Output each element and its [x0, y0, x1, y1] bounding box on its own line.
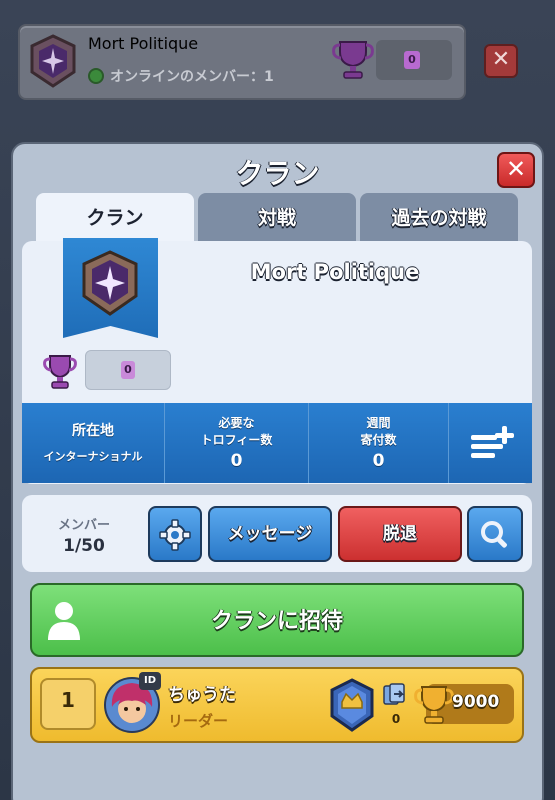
member-role: リーダー	[168, 712, 229, 730]
gear-icon	[159, 519, 191, 551]
panel-title: クラン	[235, 157, 320, 190]
search-icon	[481, 521, 507, 548]
required-trophies-label-2: トロフィー数	[200, 433, 273, 447]
clan-badge-icon	[82, 250, 138, 316]
league-badge-icon	[330, 678, 374, 732]
weekly-donations-label-2: 寄付数	[360, 433, 397, 447]
location-value: インターナショナル	[43, 449, 143, 463]
tab-war-history[interactable]: 過去の対戦	[360, 193, 518, 243]
weekly-donations-label-1: 週間	[366, 416, 391, 430]
clan-trophy-count: 0	[121, 361, 135, 379]
trophy-count: 0	[404, 51, 420, 69]
member-name: ちゅうた	[168, 685, 236, 705]
members-count: 1/50	[63, 536, 105, 556]
weekly-donations-value: 0	[372, 451, 385, 471]
settings-button[interactable]	[148, 506, 202, 562]
clan-stats-bar: 所在地 インターナショナル 必要な トロフィー数 0 週間 寄付数 0	[22, 403, 532, 483]
online-indicator-icon	[88, 68, 104, 84]
location-stat: 所在地 インターナショナル	[22, 403, 165, 483]
clan-badge-icon	[30, 34, 76, 88]
close-icon[interactable]: ✕	[484, 44, 518, 78]
required-trophies-stat: 必要な トロフィー数 0	[165, 403, 309, 483]
tab-clan[interactable]: クラン	[36, 193, 194, 243]
trophy-icon	[332, 41, 374, 79]
members-label: メンバー	[57, 518, 110, 533]
required-trophies-label-1: 必要な	[218, 416, 255, 430]
member-donations: 0	[391, 712, 401, 726]
tab-war[interactable]: 対戦	[198, 193, 356, 243]
invite-label: クランに招待	[210, 609, 343, 634]
donation-cards-icon	[383, 683, 405, 705]
location-label: 所在地	[72, 422, 114, 439]
member-trophies: 9000	[452, 692, 500, 712]
leave-button[interactable]: 脱退	[338, 506, 462, 562]
online-members-text: オンラインのメンバー：1	[110, 69, 274, 85]
more-info-button[interactable]	[449, 403, 532, 483]
clan-name-dimmed: Mort Politique	[88, 34, 199, 53]
clan-name: Mort Politique	[250, 260, 420, 284]
member-rank: 1	[61, 688, 75, 712]
weekly-donations-stat: 週間 寄付数 0	[309, 403, 449, 483]
trophy-icon	[414, 686, 454, 724]
trophy-icon	[43, 355, 77, 389]
list-add-icon	[470, 426, 514, 458]
message-button[interactable]: メッセージ	[208, 506, 332, 562]
id-badge: ID	[139, 672, 161, 690]
search-button[interactable]	[467, 506, 523, 562]
close-button[interactable]: ✕	[497, 152, 535, 188]
required-trophies-value: 0	[230, 451, 243, 471]
